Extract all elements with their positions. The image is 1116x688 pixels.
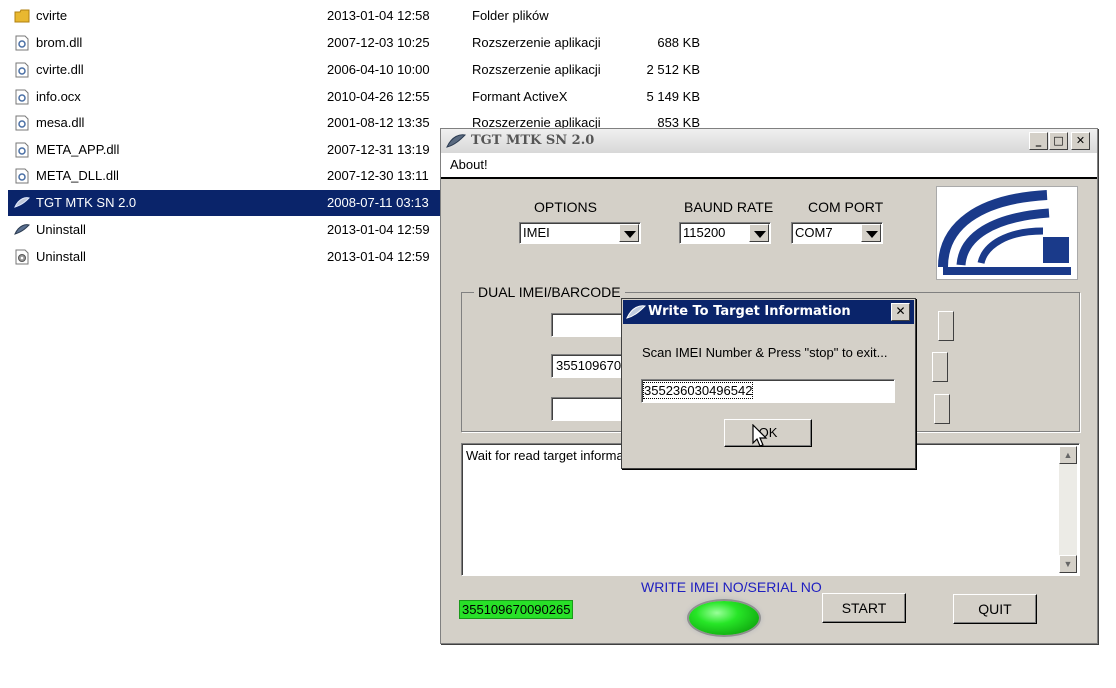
file-date: 2008-07-11 03:13	[327, 195, 429, 210]
file-name: brom.dll	[36, 35, 83, 50]
menu-about[interactable]: About!	[450, 157, 488, 172]
menu-bar: About!	[441, 153, 1097, 179]
file-type: Rozszerzenie aplikacji	[472, 62, 601, 77]
file-row-cvirte-dll[interactable]: cvirte.dll 2006-04-10 10:00 Rozszerzenie…	[8, 57, 700, 83]
app-feather-icon	[446, 134, 466, 148]
file-type: Folder plików	[472, 8, 549, 23]
file-date: 2006-04-10 10:00	[327, 62, 430, 77]
folder-icon	[14, 9, 30, 23]
group-button-2[interactable]	[932, 352, 948, 382]
group-button-1[interactable]	[938, 311, 954, 341]
file-date: 2007-12-30 13:11	[327, 168, 429, 183]
log-scrollbar[interactable]: ▲ ▼	[1059, 446, 1077, 573]
options-label: OPTIONS	[534, 199, 598, 215]
file-size: 5 149 KB	[646, 89, 701, 104]
baud-rate-value: 115200	[683, 225, 726, 240]
file-row-info-ocx[interactable]: info.ocx 2010-04-26 12:55 Formant Active…	[8, 84, 700, 110]
file-name: META_DLL.dll	[36, 168, 119, 183]
file-date: 2010-04-26 12:55	[327, 89, 430, 104]
dll-file-icon	[15, 168, 29, 184]
maximize-button[interactable]: □	[1049, 132, 1068, 150]
groupbox-title: DUAL IMEI/BARCODE	[474, 284, 625, 300]
uninstall-feather-icon	[14, 224, 30, 235]
file-name: mesa.dll	[36, 115, 85, 130]
dialog-title: Write To Target Information	[648, 304, 851, 319]
logo-graphic	[938, 190, 1071, 275]
file-size: 2 512 KB	[646, 62, 701, 77]
chevron-down-icon[interactable]	[749, 224, 769, 242]
file-row-brom-dll[interactable]: brom.dll 2007-12-03 10:25 Rozszerzenie a…	[8, 30, 700, 56]
scroll-up-icon[interactable]: ▲	[1059, 446, 1077, 464]
file-name: cvirte	[36, 8, 68, 23]
write-status-label: WRITE IMEI NO/SERIAL NO	[641, 579, 822, 595]
file-date: 2013-01-04 12:58	[327, 8, 430, 23]
com-port-value: COM7	[795, 225, 833, 240]
baud-rate-select[interactable]: 115200	[679, 222, 771, 244]
dll-file-icon	[15, 89, 29, 105]
file-name: cvirte.dll	[36, 62, 84, 77]
imei-scan-value: 355236030496542	[642, 382, 754, 399]
file-row-uninstall-config[interactable]: Uninstall 2013-01-04 12:59	[8, 244, 440, 270]
mouse-cursor-icon	[752, 424, 768, 447]
scroll-down-icon[interactable]: ▼	[1059, 555, 1077, 573]
dll-file-icon	[15, 142, 29, 158]
app-title: TGT MTK SN 2.0	[471, 133, 595, 148]
app-feather-icon	[626, 305, 646, 319]
file-row-tgt-mtk-sn[interactable]: TGT MTK SN 2.0 2008-07-11 03:13	[8, 190, 440, 216]
options-value: IMEI	[523, 225, 550, 240]
dialog-close-button[interactable]: ✕	[891, 303, 910, 321]
imei-field-2-value: 355109670	[556, 358, 622, 373]
file-name: META_APP.dll	[36, 142, 120, 157]
imei-scan-input[interactable]: 355236030496542	[641, 379, 895, 403]
file-row-uninstall[interactable]: Uninstall 2013-01-04 12:59	[8, 217, 440, 243]
dll-file-icon	[15, 35, 29, 51]
file-row-mesa-dll[interactable]: mesa.dll 2001-08-12 13:35 Rozszerzenie a…	[8, 110, 700, 136]
file-name: TGT MTK SN 2.0	[36, 195, 137, 210]
file-row-cvirte-folder[interactable]: cvirte 2013-01-04 12:58 Folder plików	[8, 3, 549, 29]
file-date: 2013-01-04 12:59	[327, 249, 430, 264]
file-size: 688 KB	[657, 35, 700, 50]
dialog-title-bar[interactable]: Write To Target Information ✕	[623, 300, 914, 324]
minimize-button[interactable]: _	[1029, 132, 1048, 150]
chevron-down-icon[interactable]	[619, 224, 639, 242]
com-port-select[interactable]: COM7	[791, 222, 883, 244]
file-name: Uninstall	[36, 249, 86, 264]
dialog-message: Scan IMEI Number & Press "stop" to exit.…	[642, 345, 888, 360]
dll-file-icon	[15, 62, 29, 78]
file-row-meta-app-dll[interactable]: META_APP.dll 2007-12-31 13:19	[8, 137, 440, 163]
dll-file-icon	[15, 115, 29, 131]
chevron-down-icon[interactable]	[861, 224, 881, 242]
start-button[interactable]: START	[822, 593, 906, 623]
file-date: 2001-08-12 13:35	[327, 115, 430, 130]
com-port-label: COM PORT	[808, 199, 884, 215]
imei-display: 355109670090265	[459, 600, 574, 619]
file-name: Uninstall	[36, 222, 86, 237]
status-led-icon	[689, 601, 759, 635]
app-title-bar[interactable]: TGT MTK SN 2.0 _ □ ✕	[441, 129, 1097, 153]
file-date: 2007-12-31 13:19	[327, 142, 430, 157]
company-logo	[936, 186, 1078, 280]
group-button-3[interactable]	[934, 394, 950, 424]
ok-button[interactable]: OK	[724, 419, 812, 447]
file-type: Rozszerzenie aplikacji	[472, 35, 601, 50]
file-date: 2007-12-03 10:25	[327, 35, 430, 50]
options-select[interactable]: IMEI	[519, 222, 641, 244]
close-button[interactable]: ✕	[1071, 132, 1090, 150]
gear-file-icon	[15, 249, 29, 265]
baud-rate-label: BAUND RATE	[684, 199, 774, 215]
file-name: info.ocx	[36, 89, 81, 104]
app-feather-icon	[14, 197, 30, 208]
write-target-dialog: Write To Target Information ✕ Scan IMEI …	[621, 298, 916, 469]
file-type: Formant ActiveX	[472, 89, 568, 104]
file-date: 2013-01-04 12:59	[327, 222, 430, 237]
file-row-meta-dll-dll[interactable]: META_DLL.dll 2007-12-30 13:11	[8, 163, 440, 189]
log-text: Wait for read target informa	[466, 448, 624, 463]
quit-button[interactable]: QUIT	[953, 594, 1037, 624]
